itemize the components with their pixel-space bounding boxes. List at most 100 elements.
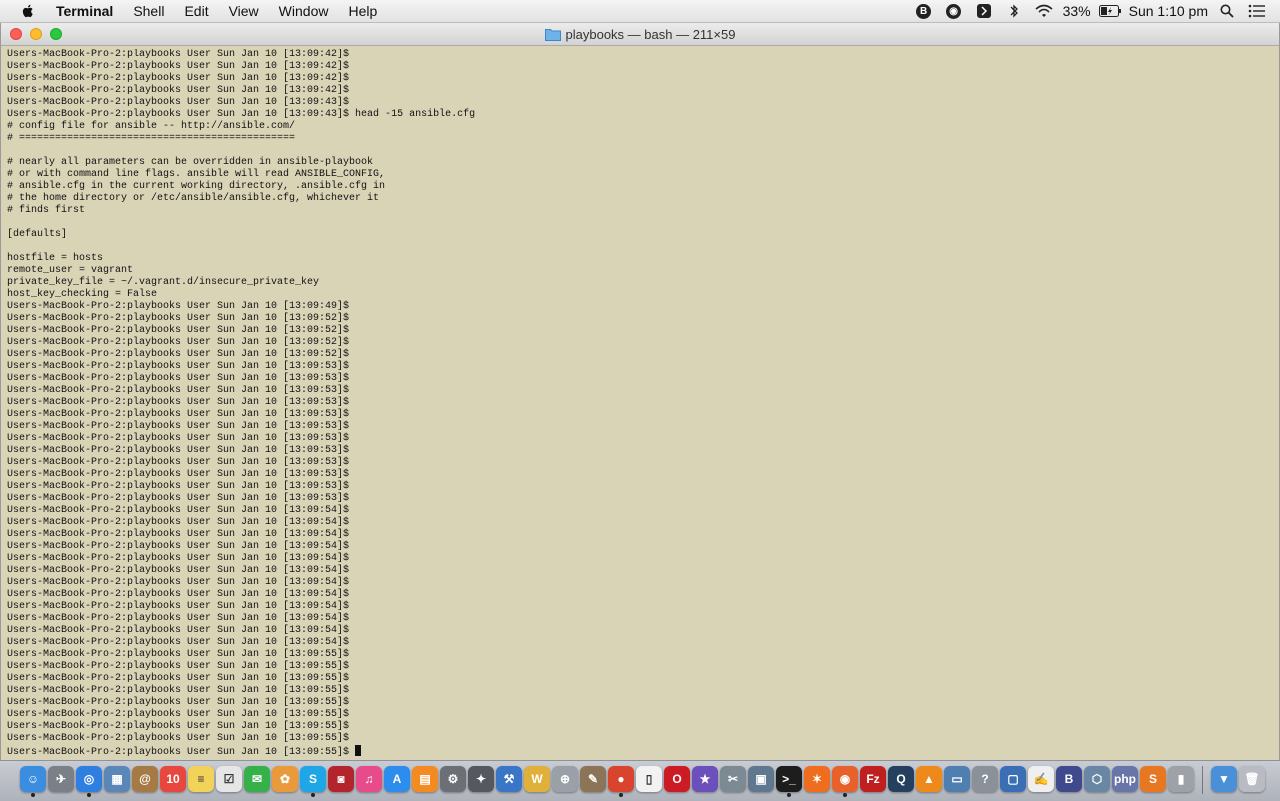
vlc-icon[interactable]: ▲ [916, 766, 942, 792]
terminal-line: Users-MacBook-Pro-2:playbooks User Sun J… [7, 589, 350, 600]
menu-bar: Terminal Shell Edit View Window Help B ◉… [0, 0, 1280, 23]
menu-window[interactable]: Window [269, 3, 339, 19]
xcode-icon[interactable]: ⚒ [496, 766, 522, 792]
terminal-line: Users-MacBook-Pro-2:playbooks User Sun J… [7, 721, 350, 732]
automator-icon[interactable]: ✦ [468, 766, 494, 792]
terminal-line: host_key_checking = False [7, 289, 158, 300]
notes-icon[interactable]: ≡ [188, 766, 214, 792]
finder-icon[interactable]: ☺ [20, 766, 46, 797]
apple-menu-icon[interactable] [20, 3, 36, 19]
calendar-icon[interactable]: 10 [160, 766, 186, 792]
battery-percent: 33% [1062, 3, 1091, 19]
menu-shell[interactable]: Shell [123, 3, 174, 19]
php-icon[interactable]: php [1112, 766, 1138, 792]
dashcode-icon[interactable]: ✂ [720, 766, 746, 792]
bbedit-icon[interactable]: B [1056, 766, 1082, 792]
xampp-icon[interactable]: ✶ [804, 766, 830, 792]
app-menu-terminal[interactable]: Terminal [50, 3, 123, 19]
contacts-icon[interactable]: @ [132, 766, 158, 792]
terminal-line: # the home directory or /etc/ansible/ans… [7, 193, 380, 204]
gimp-icon[interactable]: ✎ [580, 766, 606, 792]
terminal-prompt: Users-MacBook-Pro-2:playbooks User Sun J… [7, 747, 356, 757]
terminal-line: Users-MacBook-Pro-2:playbooks User Sun J… [7, 313, 350, 324]
terminal-line: Users-MacBook-Pro-2:playbooks User Sun J… [7, 361, 350, 372]
terminal-line: Users-MacBook-Pro-2:playbooks User Sun J… [7, 517, 350, 528]
terminal-line: Users-MacBook-Pro-2:playbooks User Sun J… [7, 337, 350, 348]
terminal-line: # config file for ansible -- http://ansi… [7, 121, 296, 132]
opera-icon[interactable]: O [664, 766, 690, 792]
battery-icon[interactable] [1098, 0, 1121, 22]
terminal-line: # finds first [7, 205, 86, 216]
imovie-icon[interactable]: ★ [692, 766, 718, 792]
terminal-prompt-line[interactable]: Users-MacBook-Pro-2:playbooks User Sun J… [7, 745, 1269, 757]
terminal-line: Users-MacBook-Pro-2:playbooks User Sun J… [7, 601, 350, 612]
window-title: playbooks — bash — 211×59 [565, 26, 736, 42]
dock-separator [1202, 766, 1203, 794]
terminal-line: Users-MacBook-Pro-2:playbooks User Sun J… [7, 97, 350, 108]
terminal-line: Users-MacBook-Pro-2:playbooks User Sun J… [7, 445, 350, 456]
launchpad-icon[interactable]: ✈ [48, 766, 74, 792]
terminal-line: remote_user = vagrant [7, 265, 134, 276]
terminal-line: Users-MacBook-Pro-2:playbooks User Sun J… [7, 409, 350, 420]
vagrant-box-icon[interactable]: ⬡ [1084, 766, 1110, 792]
terminal-line: Users-MacBook-Pro-2:playbooks User Sun J… [7, 457, 350, 468]
quicktime-icon[interactable]: Q [888, 766, 914, 792]
zoom-button[interactable] [50, 28, 62, 40]
record-icon[interactable]: ◉ [943, 0, 965, 22]
terminal-output[interactable]: Users-MacBook-Pro-2:playbooks User Sun J… [7, 49, 1269, 757]
textedit-icon[interactable]: ▯ [636, 766, 662, 792]
mamp-icon[interactable]: S [1140, 766, 1166, 792]
trash-icon[interactable]: 🗑 [1239, 766, 1265, 792]
title-bar[interactable]: playbooks — bash — 211×59 [1, 23, 1279, 46]
notification-center-icon[interactable] [1246, 0, 1268, 22]
terminal-line: Users-MacBook-Pro-2:playbooks User Sun J… [7, 49, 350, 60]
menu-help[interactable]: Help [338, 3, 387, 19]
messages-icon[interactable]: ✉ [244, 766, 270, 792]
photos-icon[interactable]: ✿ [272, 766, 298, 792]
itunes-icon[interactable]: ♫ [356, 766, 382, 792]
iphone-backup-icon[interactable]: ▮ [1168, 766, 1194, 792]
spotlight-icon[interactable] [1216, 0, 1238, 22]
close-button[interactable] [10, 28, 22, 40]
virtualbox-icon[interactable]: ▢ [1000, 766, 1026, 792]
photo-booth-icon[interactable]: ◙ [328, 766, 354, 792]
dock-icons: ☺ ✈ ◎ ▦ @10 ≡ ☑ ✉ ✿ S ◙ ♫ A ▤ ⚙ ✦ ⚒ W ⊕ ✎ ● ▯ O ★ ✂ ▣ >_ ✶ ◉ Fz Q ▲ ▭? ▢ ✍… [20, 766, 1265, 797]
bluetooth-icon[interactable] [1003, 0, 1025, 22]
clock[interactable]: Sun 1:10 pm [1125, 3, 1212, 19]
firefox-icon[interactable]: ◉ [832, 766, 858, 797]
audio-icon[interactable] [973, 0, 995, 22]
preview-icon[interactable]: ▦ [104, 766, 130, 792]
disk-utility-icon[interactable]: ⊕ [552, 766, 578, 792]
dock: ☺ ✈ ◎ ▦ @10 ≡ ☑ ✉ ✿ S ◙ ♫ A ▤ ⚙ ✦ ⚒ W ⊕ ✎ ● ▯ O ★ ✂ ▣ >_ ✶ ◉ Fz Q ▲ ▭? ▢ ✍… [0, 760, 1280, 801]
terminal-line: Users-MacBook-Pro-2:playbooks User Sun J… [7, 73, 350, 84]
wifi-icon[interactable] [1033, 0, 1055, 22]
minimize-button[interactable] [30, 28, 42, 40]
terminal-line: Users-MacBook-Pro-2:playbooks User Sun J… [7, 349, 350, 360]
downloads-folder-icon[interactable]: ▼ [1211, 766, 1237, 792]
terminal-line: Users-MacBook-Pro-2:playbooks User Sun J… [7, 577, 350, 588]
reminders-icon[interactable]: ☑ [216, 766, 242, 792]
terminal-line: Users-MacBook-Pro-2:playbooks User Sun J… [7, 637, 350, 648]
ibooks-icon[interactable]: ▤ [412, 766, 438, 792]
help-icon[interactable]: ? [972, 766, 998, 792]
cyberduck-icon[interactable]: W [524, 766, 550, 792]
bitdefender-icon[interactable]: B [913, 0, 935, 22]
filezilla-icon[interactable]: Fz [860, 766, 886, 792]
image-capture-icon[interactable]: ▣ [748, 766, 774, 792]
terminal-line: Users-MacBook-Pro-2:playbooks User Sun J… [7, 685, 350, 696]
system-preferences-icon[interactable]: ⚙ [440, 766, 466, 792]
terminal-icon[interactable]: >_ [776, 766, 802, 797]
screen-sharing-icon[interactable]: ▭ [944, 766, 970, 792]
menu-view[interactable]: View [219, 3, 269, 19]
safari-icon[interactable]: ◎ [76, 766, 102, 797]
terminal-line: Users-MacBook-Pro-2:playbooks User Sun J… [7, 565, 350, 576]
terminal-line: Users-MacBook-Pro-2:playbooks User Sun J… [7, 397, 350, 408]
app-store-icon[interactable]: A [384, 766, 410, 792]
text-wrangler-icon[interactable]: ✍ [1028, 766, 1054, 792]
chrome-icon[interactable]: ● [608, 766, 634, 797]
menu-edit[interactable]: Edit [174, 3, 218, 19]
skype-icon[interactable]: S [300, 766, 326, 797]
terminal-line: Users-MacBook-Pro-2:playbooks User Sun J… [7, 421, 350, 432]
terminal-window: playbooks — bash — 211×59 Users-MacBook-… [0, 23, 1280, 760]
